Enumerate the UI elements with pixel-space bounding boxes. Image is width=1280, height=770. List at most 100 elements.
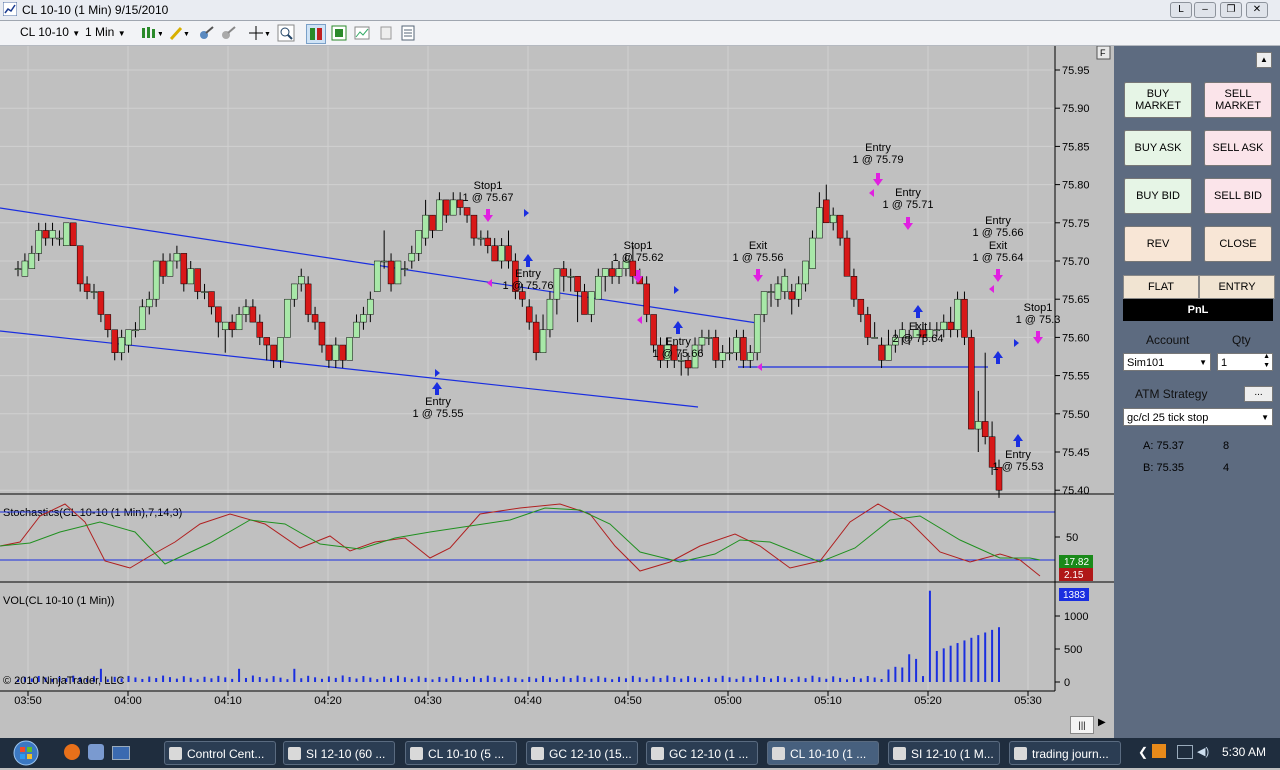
flat-button[interactable]: FLAT [1123,275,1199,299]
buy-market-button[interactable]: BUY MARKET [1124,82,1192,118]
sell-market-button[interactable]: SELL MARKET [1204,82,1272,118]
taskbar-item[interactable]: Control Cent... [164,741,276,765]
atm-more-button[interactable]: ... [1244,386,1273,402]
settings-icon[interactable] [88,744,104,760]
volume-bar [168,677,171,682]
buy-ask-button[interactable]: BUY ASK [1124,130,1192,166]
volume-bar [887,669,890,682]
chart-image-icon[interactable] [353,24,371,42]
volume-bar [742,676,745,682]
indicator-icon[interactable] [198,24,216,42]
sell-bid-button[interactable]: SELL BID [1204,178,1272,214]
scroll-thumb[interactable]: ||| [1070,716,1094,734]
volume-bar [569,678,572,682]
stepper-arrows-icon[interactable]: ▲ ▼ [1263,352,1270,370]
price-tick-label: 75.70 [1062,256,1090,268]
close-position-button[interactable]: CLOSE [1204,226,1272,262]
annotation-detail: 1 @ 75.66 [973,227,1024,239]
price-chart[interactable]: Stop11 @ 75.67Entry1 @ 75.76Entry1 @ 75.… [0,46,1114,714]
taskbar-item-label: CL 10-10 (5 ... [428,747,505,761]
crosshair-icon[interactable]: ▼ [248,24,271,42]
volume-bar [459,677,462,682]
minimize-button[interactable]: – [1194,2,1216,18]
taskbar-item[interactable]: GC 12-10 (15... [526,741,638,765]
volume-bar [182,676,185,682]
window-icon [772,747,785,760]
bar-type-icon[interactable]: ▼ [140,24,164,42]
quantity-value: 1 [1221,357,1228,369]
taskbar-item[interactable]: SI 12-10 (1 M... [888,741,1000,765]
sell-ask-button[interactable]: SELL ASK [1204,130,1272,166]
tray-app-icon[interactable] [1152,744,1166,758]
tray-expand-icon[interactable]: ❮ [1138,745,1148,759]
maximize-button[interactable]: ❐ [1220,2,1242,18]
chart-trader-icon[interactable] [306,24,326,44]
quantity-stepper[interactable]: 1 ▲ ▼ [1217,353,1273,371]
candle-down [491,245,498,262]
candle-down [180,253,188,285]
volume-bar [238,668,241,682]
start-button[interactable] [6,739,46,767]
annotation-title: Entry [1005,449,1031,461]
zoom-icon[interactable] [277,24,295,42]
candle-down [532,321,540,353]
data-box-icon[interactable] [330,24,348,42]
chevron-down-icon: ▼ [72,29,81,38]
taskbar-item[interactable]: CL 10-10 (1 ... [767,741,879,765]
candle-down [208,291,215,308]
volume-bar [873,677,876,682]
candle-down [843,237,851,277]
close-window-button[interactable]: ✕ [1246,2,1268,18]
taskbar-item-label: GC 12-10 (1 ... [669,747,749,761]
scroll-right-icon[interactable]: ▶ [1098,717,1106,728]
taskbar-item[interactable]: CL 10-10 (5 ... [405,741,517,765]
volume-bar [445,678,448,682]
reverse-button[interactable]: REV [1124,226,1192,262]
price-tick-label: 75.55 [1062,371,1090,383]
candle-down [608,268,616,277]
volume-icon[interactable]: ◀) [1197,745,1209,758]
entry-button[interactable]: ENTRY [1199,275,1275,299]
collapse-panel-icon[interactable]: ▲ [1256,52,1272,68]
atm-strategy-select[interactable]: gc/cl 25 tick stop ▼ [1123,408,1273,426]
firefox-icon[interactable] [64,744,80,760]
link-button[interactable]: L [1170,2,1192,18]
properties-icon[interactable] [399,24,417,42]
price-tick-label: 75.80 [1062,180,1090,192]
strategy-icon[interactable] [220,24,238,42]
candle-up [242,306,250,315]
taskbar-item[interactable]: SI 12-10 (60 ... [283,741,395,765]
candle-up [408,253,416,262]
volume-bar [307,675,310,682]
volume-bar [383,676,386,682]
print-icon[interactable] [377,24,395,42]
interval-selector[interactable]: 1 Min ▼ [85,25,126,39]
show-desktop-icon[interactable] [112,746,130,760]
window-icon [1014,747,1027,760]
candle-down [318,321,326,346]
instrument-selector[interactable]: CL 10-10 ▼ [20,25,80,39]
candle-up [733,337,740,353]
chart-grid [0,46,1055,691]
taskbar-clock[interactable]: 5:30 AM [1222,745,1266,759]
candle-up [595,276,602,300]
draw-pencil-icon[interactable]: ▼ [168,24,190,42]
volume-bar [728,677,731,682]
network-icon[interactable] [1177,745,1193,759]
volume-bar [500,678,503,682]
volume-bar [707,676,710,682]
window-icon [288,747,301,760]
buy-bid-button[interactable]: BUY BID [1124,178,1192,214]
annotation-detail: 1 @ 75.56 [733,252,784,264]
candle-down [484,237,492,246]
candle-up [14,268,22,270]
account-select[interactable]: Sim101 ▼ [1123,353,1211,371]
candle-down [387,260,395,285]
taskbar-item[interactable]: trading journ... [1009,741,1121,765]
volume-bar [162,675,165,682]
volume-bar [631,675,634,682]
volume-bar [763,676,766,682]
taskbar-item[interactable]: GC 12-10 (1 ... [646,741,758,765]
volume-bar [486,675,489,682]
chart-scrollbar[interactable]: ||| ▶ [0,714,1114,736]
